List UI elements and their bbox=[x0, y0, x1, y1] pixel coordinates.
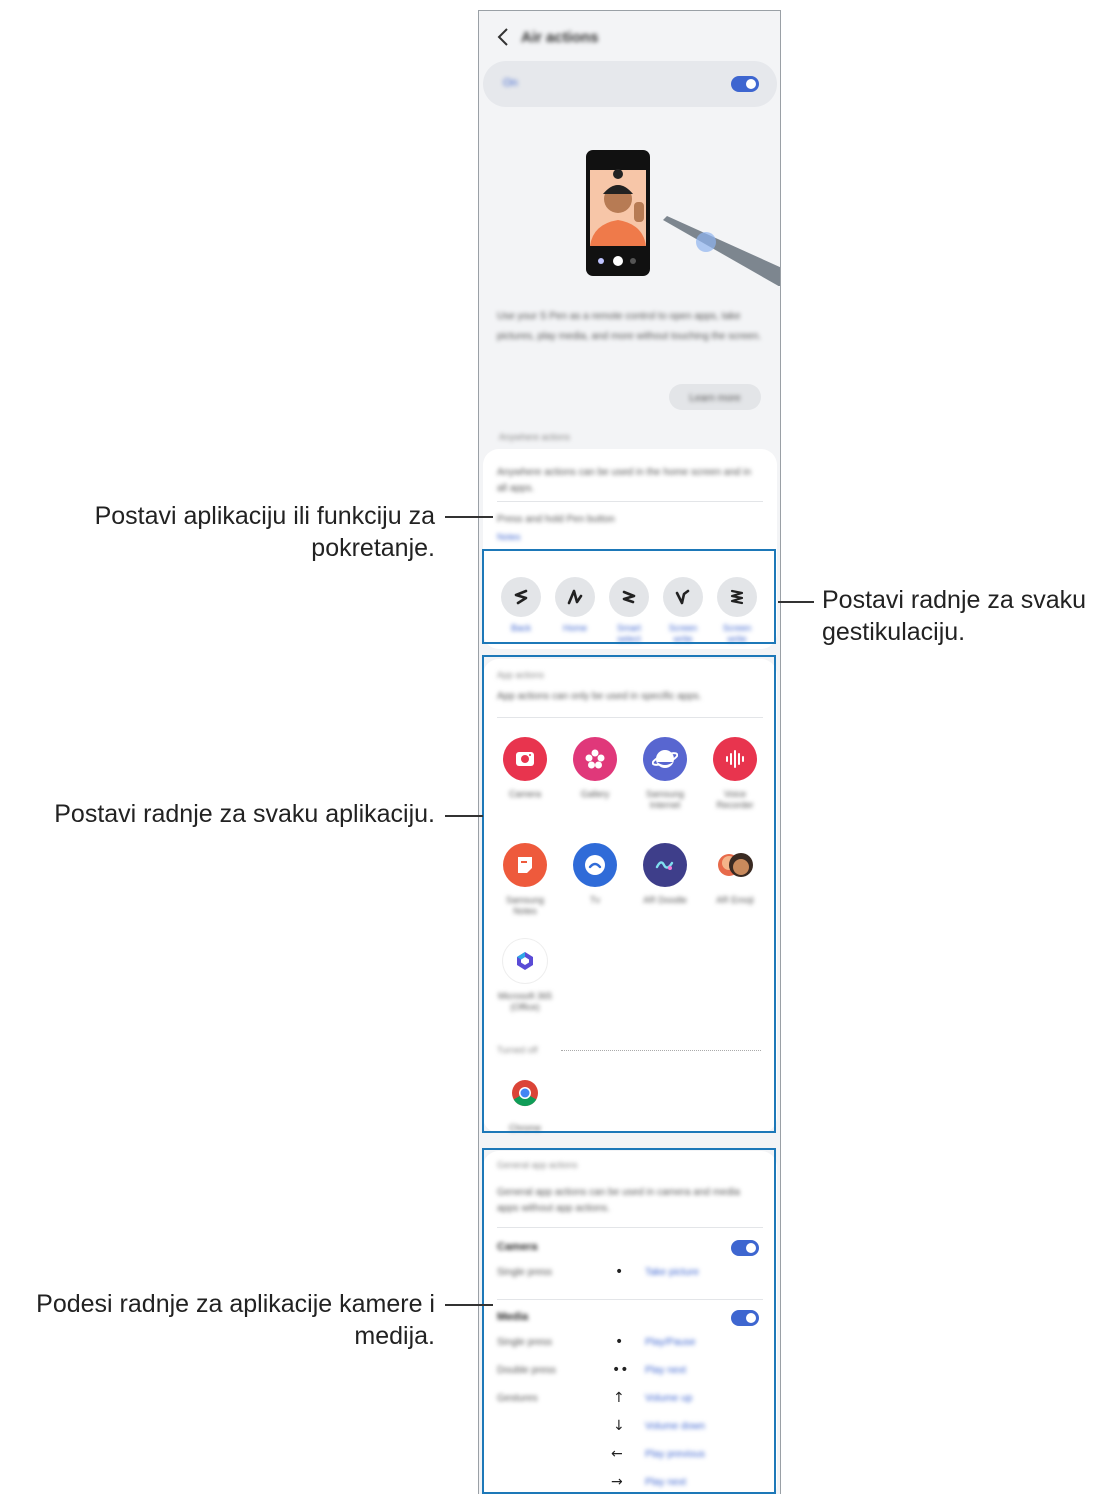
divider bbox=[497, 501, 763, 502]
callout-media: Podesi radnje za aplikacije kamere i med… bbox=[36, 1290, 435, 1350]
back-arrow-icon[interactable] bbox=[497, 27, 509, 47]
callout-app: Postavi radnje za svaku aplikaciju. bbox=[54, 800, 435, 828]
master-switch-label: On bbox=[503, 77, 518, 89]
description-text: Use your S Pen as a remote control to op… bbox=[497, 311, 762, 342]
anywhere-description: Anywhere actions can be used in the home… bbox=[497, 467, 752, 494]
master-switch-card[interactable]: On bbox=[483, 61, 777, 107]
app-highlight-frame bbox=[482, 655, 776, 1133]
page-title: Air actions bbox=[521, 28, 599, 46]
media-highlight-frame bbox=[482, 1148, 776, 1494]
callout-line bbox=[445, 1304, 493, 1306]
illustration-image bbox=[586, 150, 780, 286]
callout-launch: Postavi aplikaciju ili funkciju za pokre… bbox=[94, 502, 435, 562]
master-toggle[interactable] bbox=[731, 76, 759, 92]
press-hold-value: Notes bbox=[497, 532, 521, 542]
callout-line bbox=[778, 601, 814, 603]
learn-more-button[interactable]: Learn more bbox=[669, 384, 761, 410]
learn-more-label: Learn more bbox=[689, 393, 741, 404]
top-bar: Air actions bbox=[497, 25, 599, 49]
callout-line bbox=[445, 516, 493, 518]
press-hold-setting[interactable]: Press and hold Pen button Notes bbox=[497, 511, 759, 547]
callout-gesture: Postavi radnje za svaku gestikulaciju. bbox=[822, 586, 1087, 646]
anywhere-section-header: Anywhere actions bbox=[499, 432, 571, 442]
press-hold-title: Press and hold Pen button bbox=[497, 514, 615, 525]
gesture-highlight-frame bbox=[482, 549, 776, 644]
callout-line bbox=[445, 815, 483, 817]
